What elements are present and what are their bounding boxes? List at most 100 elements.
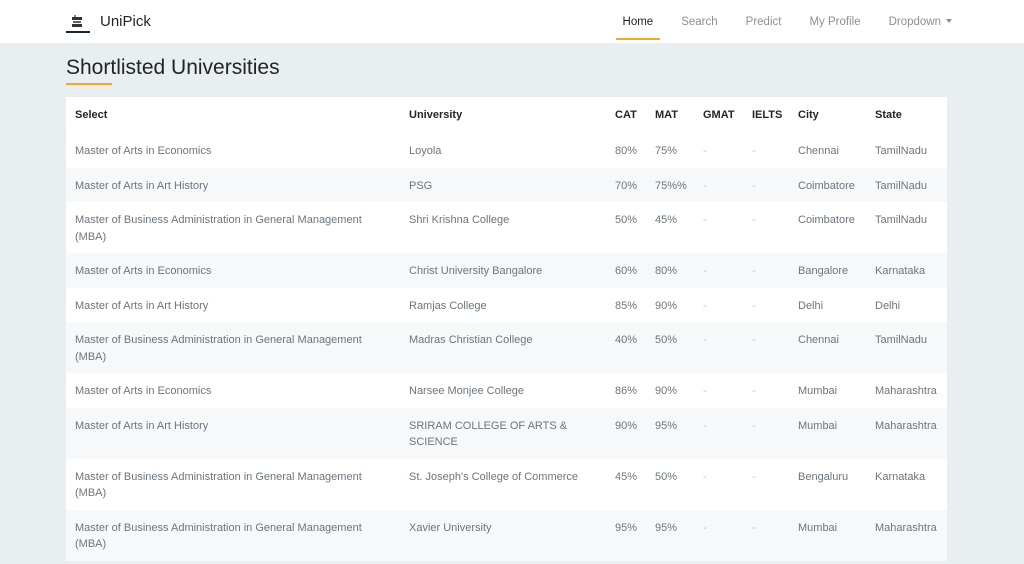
course-cell: Master of Arts in Art History bbox=[66, 407, 400, 459]
cat-cell: 40% bbox=[606, 322, 646, 373]
gmat-cell: - bbox=[694, 167, 743, 202]
city-cell: Chennai bbox=[789, 322, 866, 373]
university-cell: Xavier University bbox=[400, 509, 606, 561]
mat-cell: 80% bbox=[646, 253, 694, 288]
column-header-mat: MAT bbox=[646, 97, 694, 133]
state-cell: TamilNadu bbox=[866, 322, 947, 373]
column-header-state: State bbox=[866, 97, 947, 133]
course-cell: Master of Arts in Economics bbox=[66, 133, 400, 168]
column-header-cat: CAT bbox=[606, 97, 646, 133]
ielts-cell: - bbox=[743, 202, 789, 253]
university-cell: Ramjas College bbox=[400, 287, 606, 322]
ielts-cell: - bbox=[743, 253, 789, 288]
nav-search[interactable]: Search bbox=[681, 16, 717, 28]
table-header-row: Select University CAT MAT GMAT IELTS Cit… bbox=[66, 97, 947, 133]
column-header-ielts: IELTS bbox=[743, 97, 789, 133]
university-cell: Narsee Monjee College bbox=[400, 373, 606, 408]
cat-cell: 86% bbox=[606, 373, 646, 408]
universities-table: Select University CAT MAT GMAT IELTS Cit… bbox=[66, 97, 947, 561]
cat-cell: 80% bbox=[606, 133, 646, 168]
ielts-cell: - bbox=[743, 407, 789, 459]
page-title: Shortlisted Universities bbox=[66, 56, 280, 79]
state-cell: Maharashtra bbox=[866, 373, 947, 408]
brand[interactable]: UniPick bbox=[66, 0, 151, 43]
gmat-cell: - bbox=[694, 133, 743, 168]
state-cell: Karnataka bbox=[866, 458, 947, 510]
course-cell: Master of Arts in Economics bbox=[66, 253, 400, 288]
caret-down-icon bbox=[946, 19, 952, 24]
table-row[interactable]: Master of Business Administration in Gen… bbox=[66, 458, 947, 510]
table-row[interactable]: Master of Business Administration in Gen… bbox=[66, 322, 947, 373]
cat-cell: 45% bbox=[606, 458, 646, 510]
city-cell: Coimbatore bbox=[789, 167, 866, 202]
ielts-cell: - bbox=[743, 167, 789, 202]
state-cell: Delhi bbox=[866, 287, 947, 322]
cat-cell: 90% bbox=[606, 407, 646, 459]
table-row[interactable]: Master of Arts in Economics Christ Univer… bbox=[66, 253, 947, 288]
cat-cell: 95% bbox=[606, 509, 646, 561]
university-cell: Shri Krishna College bbox=[400, 202, 606, 253]
university-cell: St. Joseph's College of Commerce bbox=[400, 458, 606, 510]
course-cell: Master of Business Administration in Gen… bbox=[66, 322, 400, 373]
gmat-cell: - bbox=[694, 253, 743, 288]
column-header-select: Select bbox=[66, 97, 400, 133]
cat-cell: 60% bbox=[606, 253, 646, 288]
university-cell: Madras Christian College bbox=[400, 322, 606, 373]
table-row[interactable]: Master of Business Administration in Gen… bbox=[66, 202, 947, 253]
course-cell: Master of Arts in Art History bbox=[66, 167, 400, 202]
table-row[interactable]: Master of Arts in Art History PSG 70% 75%% -… bbox=[66, 167, 947, 202]
column-header-gmat: GMAT bbox=[694, 97, 743, 133]
nav-home[interactable]: Home bbox=[615, 16, 660, 40]
table-row[interactable]: Master of Business Administration in Gen… bbox=[66, 509, 947, 561]
mat-cell: 90% bbox=[646, 287, 694, 322]
ielts-cell: - bbox=[743, 373, 789, 408]
cat-cell: 70% bbox=[606, 167, 646, 202]
mat-cell: 50% bbox=[646, 458, 694, 510]
university-cell: Christ University Bangalore bbox=[400, 253, 606, 288]
city-cell: Coimbatore bbox=[789, 202, 866, 253]
title-underline bbox=[66, 83, 112, 85]
city-cell: Mumbai bbox=[789, 373, 866, 408]
gmat-cell: - bbox=[694, 509, 743, 561]
cat-cell: 85% bbox=[606, 287, 646, 322]
ielts-cell: - bbox=[743, 509, 789, 561]
ielts-cell: - bbox=[743, 287, 789, 322]
mat-cell: 95% bbox=[646, 509, 694, 561]
table-row[interactable]: Master of Arts in Art History SRIRAM COLL… bbox=[66, 407, 947, 459]
state-cell: Karnataka bbox=[866, 253, 947, 288]
state-cell: TamilNadu bbox=[866, 202, 947, 253]
city-cell: Delhi bbox=[789, 287, 866, 322]
mat-cell: 75%% bbox=[646, 167, 694, 202]
ielts-cell: - bbox=[743, 133, 789, 168]
nav-predict[interactable]: Predict bbox=[746, 16, 782, 28]
gmat-cell: - bbox=[694, 322, 743, 373]
nav-dropdown-label: Dropdown bbox=[888, 15, 941, 28]
ielts-cell: - bbox=[743, 458, 789, 510]
state-cell: TamilNadu bbox=[866, 133, 947, 168]
table-row[interactable]: Master of Arts in Art History Ramjas Coll… bbox=[66, 287, 947, 322]
table-row[interactable]: Master of Arts in Economics Narsee Monjee… bbox=[66, 373, 947, 408]
gmat-cell: - bbox=[694, 202, 743, 253]
ielts-cell: - bbox=[743, 322, 789, 373]
city-cell: Mumbai bbox=[789, 407, 866, 459]
column-header-university: University bbox=[400, 97, 606, 133]
university-cell: SRIRAM COLLEGE OF ARTS & SCIENCE bbox=[400, 407, 606, 459]
table-body: Master of Arts in Economics Loyola 80% 75% -… bbox=[66, 133, 947, 561]
state-cell: Maharashtra bbox=[866, 509, 947, 561]
course-cell: Master of Arts in Art History bbox=[66, 287, 400, 322]
course-cell: Master of Business Administration in Gen… bbox=[66, 202, 400, 253]
gmat-cell: - bbox=[694, 373, 743, 408]
column-header-city: City bbox=[789, 97, 866, 133]
course-cell: Master of Business Administration in Gen… bbox=[66, 509, 400, 561]
mat-cell: 75% bbox=[646, 133, 694, 168]
nav-dropdown[interactable]: Dropdown bbox=[889, 16, 952, 28]
nav-menu: Home Search Predict My Profile Dropdown bbox=[615, 0, 952, 43]
mat-cell: 90% bbox=[646, 373, 694, 408]
city-cell: Mumbai bbox=[789, 509, 866, 561]
course-cell: Master of Business Administration in Gen… bbox=[66, 458, 400, 510]
mat-cell: 50% bbox=[646, 322, 694, 373]
gmat-cell: - bbox=[694, 458, 743, 510]
table-row[interactable]: Master of Arts in Economics Loyola 80% 75% -… bbox=[66, 133, 947, 168]
nav-my-profile[interactable]: My Profile bbox=[809, 16, 860, 28]
course-cell: Master of Arts in Economics bbox=[66, 373, 400, 408]
